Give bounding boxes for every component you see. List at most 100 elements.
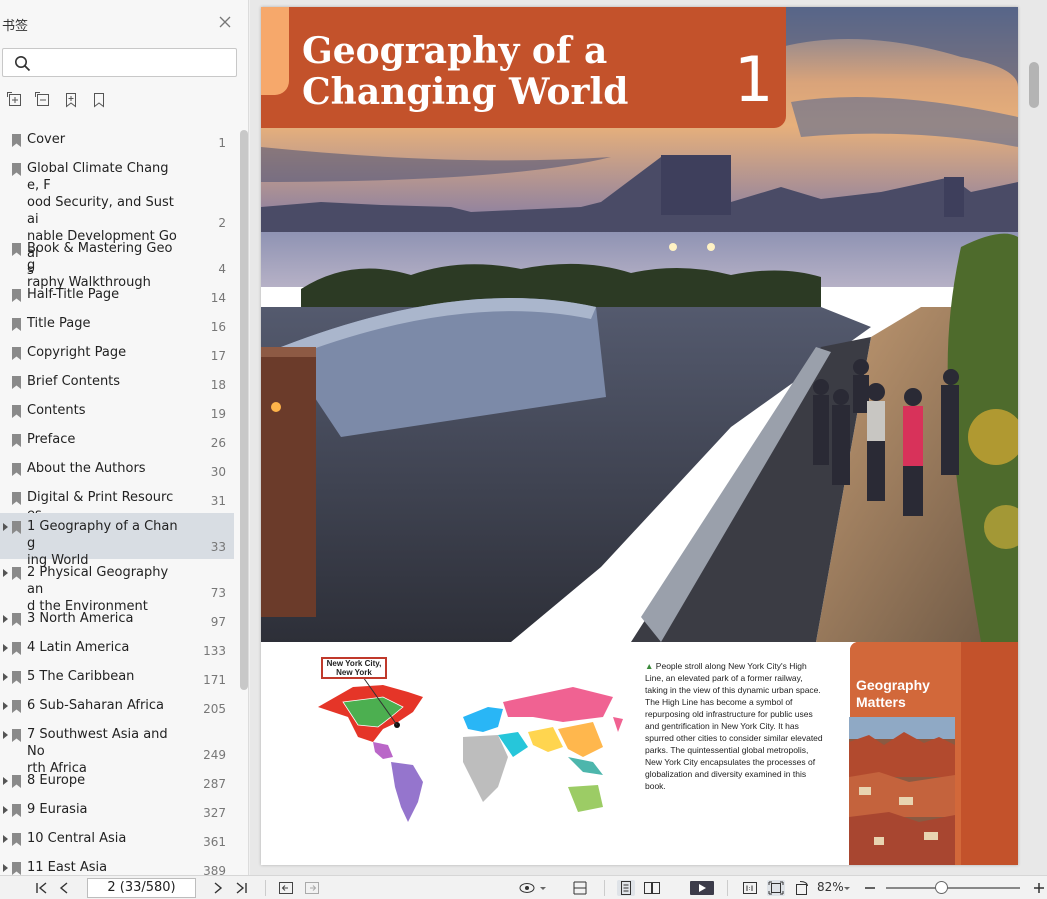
bookmark-label: Contents xyxy=(27,403,86,418)
add-bookmark-icon[interactable] xyxy=(63,92,79,108)
expand-arrow-icon[interactable] xyxy=(3,569,8,577)
bookmark-label: Title Page xyxy=(27,316,91,331)
back-icon[interactable] xyxy=(278,880,294,896)
bookmark-icon xyxy=(12,833,21,846)
expand-arrow-icon[interactable] xyxy=(3,523,8,531)
zoom-slider[interactable] xyxy=(886,887,1020,889)
first-page-icon[interactable] xyxy=(34,880,50,896)
bookmark-icon xyxy=(12,671,21,684)
bookmark-label: 5 The Caribbean xyxy=(27,669,135,684)
bookmark-item[interactable]: 7 Southwest Asia and No rth Africa 249 xyxy=(0,721,234,776)
fit-page-icon[interactable] xyxy=(767,880,785,896)
bookmark-icon xyxy=(12,729,21,742)
bookmark-page-number: 19 xyxy=(210,407,226,421)
expand-arrow-icon[interactable] xyxy=(3,644,8,652)
bookmark-item[interactable]: Title Page 16 xyxy=(0,310,234,339)
bookmark-item[interactable]: Half-Title Page 14 xyxy=(0,281,234,310)
last-page-icon[interactable] xyxy=(233,880,249,896)
search-input[interactable] xyxy=(37,53,232,73)
bookmark-page-number: 31 xyxy=(210,494,226,508)
bookmark-item[interactable]: 3 North America 97 xyxy=(0,605,234,634)
bookmark-page-number: 249 xyxy=(203,748,226,762)
expand-arrow-icon[interactable] xyxy=(3,702,8,710)
bookmark-icon xyxy=(12,134,21,147)
bookmark-item[interactable]: 9 Eurasia 327 xyxy=(0,796,234,825)
bookmark-icon xyxy=(12,463,21,476)
bookmark-item[interactable]: Preface 26 xyxy=(0,426,234,455)
bookmark-item[interactable]: 4 Latin America 133 xyxy=(0,634,234,663)
bookmark-item[interactable]: Digital & Print Resources31 xyxy=(0,484,234,522)
zoom-out-icon[interactable] xyxy=(862,880,878,896)
page-number-input[interactable]: 2 (33/580) xyxy=(87,878,196,898)
bookmark-item[interactable]: 10 Central Asia 361 xyxy=(0,825,234,854)
map-callout: New York City, New York xyxy=(321,657,387,679)
separator xyxy=(604,880,605,896)
bookmark-item[interactable]: Brief Contents 18 xyxy=(0,368,234,397)
read-mode-icon[interactable] xyxy=(518,880,538,896)
status-bar: 2 (33/580) 82% xyxy=(0,875,1047,899)
bookmark-item[interactable]: 11 East Asia 389 xyxy=(0,854,234,875)
bookmark-item[interactable]: Copyright Page 17 xyxy=(0,339,234,368)
bookmark-icon[interactable] xyxy=(91,92,107,108)
bookmark-page-number: 30 xyxy=(210,465,226,479)
expand-all-icon[interactable] xyxy=(7,92,23,108)
sidebar-scrollbar[interactable] xyxy=(240,130,248,690)
bookmark-item[interactable]: 8 Europe 287 xyxy=(0,767,234,796)
bookmark-icon xyxy=(12,405,21,418)
bookmark-page-number: 171 xyxy=(203,673,226,687)
bookmark-search[interactable] xyxy=(2,48,237,77)
bookmark-item[interactable]: About the Authors 30 xyxy=(0,455,234,484)
zoom-in-icon[interactable] xyxy=(1031,880,1047,896)
play-icon[interactable] xyxy=(690,880,714,896)
collapse-all-icon[interactable] xyxy=(35,92,51,108)
bookmark-page-number: 205 xyxy=(203,702,226,716)
two-page-icon[interactable] xyxy=(643,880,661,896)
caption-marker: ▲ xyxy=(645,661,654,671)
expand-arrow-icon[interactable] xyxy=(3,864,8,872)
bookmark-item[interactable]: 5 The Caribbean 171 xyxy=(0,663,234,692)
bookmark-item[interactable]: Global Climate Change, F ood Security, a… xyxy=(0,155,234,278)
bookmark-icon xyxy=(12,862,21,875)
expand-arrow-icon[interactable] xyxy=(3,777,8,785)
bookmark-icon xyxy=(12,243,21,256)
expand-arrow-icon[interactable] xyxy=(3,731,8,739)
chapter-number: 1 xyxy=(734,43,774,116)
previous-page-icon[interactable] xyxy=(56,880,72,896)
zoom-value[interactable]: 82% xyxy=(817,880,844,894)
forward-icon[interactable] xyxy=(304,880,320,896)
fit-width-icon[interactable] xyxy=(572,880,588,896)
bookmark-panel: 书签 Cover 1 Global Climate Change, F ood Se xyxy=(0,0,249,875)
bookmark-page-number: 16 xyxy=(210,320,226,334)
bookmark-item[interactable]: Cover 1 xyxy=(0,126,234,155)
bookmark-item[interactable]: 2 Physical Geography an d the Environmen… xyxy=(0,559,234,614)
expand-arrow-icon[interactable] xyxy=(3,806,8,814)
expand-arrow-icon[interactable] xyxy=(3,673,8,681)
bookmark-item[interactable]: 6 Sub-Saharan Africa 205 xyxy=(0,692,234,721)
bookmark-label: 10 Central Asia xyxy=(27,831,127,846)
chevron-down-icon[interactable] xyxy=(539,880,547,896)
bookmark-page-number: 26 xyxy=(210,436,226,450)
bookmark-label: 6 Sub-Saharan Africa xyxy=(27,698,165,713)
world-map xyxy=(318,676,623,822)
bookmark-item[interactable]: Contents 19 xyxy=(0,397,234,426)
bookmark-page-number: 361 xyxy=(203,835,226,849)
rotate-icon[interactable] xyxy=(794,880,810,896)
expand-arrow-icon[interactable] xyxy=(3,835,8,843)
bookmark-item[interactable]: Book & Mastering Geog raphy Walkthrough 4 xyxy=(0,235,234,290)
bookmark-page-number: 287 xyxy=(203,777,226,791)
bookmark-label: 11 East Asia xyxy=(27,860,108,875)
expand-arrow-icon[interactable] xyxy=(3,615,8,623)
chapter-title: Geography of a Changing World xyxy=(302,30,629,113)
actual-size-icon[interactable] xyxy=(742,880,758,896)
single-page-icon[interactable] xyxy=(617,880,635,896)
zoom-dropdown-icon[interactable] xyxy=(843,880,851,896)
close-icon[interactable] xyxy=(217,14,233,30)
document-scrollbar[interactable] xyxy=(1027,7,1041,865)
bookmark-icon xyxy=(12,434,21,447)
document-scrollbar-thumb[interactable] xyxy=(1029,62,1039,108)
zoom-slider-handle[interactable] xyxy=(934,881,948,894)
next-page-icon[interactable] xyxy=(210,880,226,896)
separator xyxy=(727,880,728,896)
bookmark-item[interactable]: 1 Geography of a Chang ing World 33 xyxy=(0,513,234,568)
bookmark-page-number: 1 xyxy=(218,136,226,150)
